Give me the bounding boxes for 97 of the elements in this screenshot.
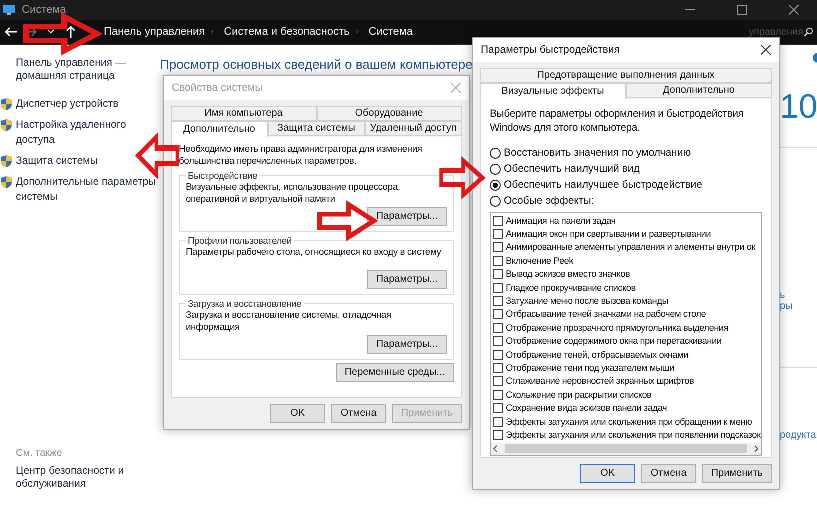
tab[interactable]: Защита системы bbox=[268, 121, 365, 136]
search-icon bbox=[804, 27, 814, 37]
sidebar-link[interactable]: Защита системы bbox=[16, 154, 98, 169]
tab[interactable]: Дополнительно bbox=[171, 121, 268, 137]
group-title: Быстродействие bbox=[187, 170, 259, 181]
checkbox-label: Затухание меню после вызова команды bbox=[506, 296, 669, 306]
settings-button[interactable]: Параметры... bbox=[367, 335, 447, 354]
checkbox[interactable] bbox=[493, 282, 503, 293]
checkbox-label: Сглаживание неровностей экранных шрифтов bbox=[506, 376, 694, 386]
checkbox[interactable] bbox=[493, 416, 503, 427]
tab[interactable]: Предотвращение выполнения данных bbox=[480, 68, 772, 83]
arrow-annotation bbox=[137, 134, 179, 178]
home-link[interactable]: Панель управления — домашняя страница bbox=[0, 57, 160, 83]
sidebar-link[interactable]: Дополнительные параметры системы bbox=[16, 175, 160, 205]
checkbox[interactable] bbox=[493, 403, 503, 414]
checkbox[interactable] bbox=[493, 362, 503, 373]
admin-note: Необходимо иметь права администратора для изменения большинства перечисленных параметров. bbox=[179, 143, 424, 167]
dialog-button[interactable]: OK bbox=[270, 404, 326, 423]
tab[interactable]: Удаленный доступ bbox=[365, 121, 462, 136]
tab[interactable]: Дополнительно bbox=[626, 83, 772, 98]
dialog-button[interactable]: OK bbox=[580, 464, 636, 483]
group-description: Визуальные эффекты, использование процессора, оперативной и виртуальной памяти bbox=[186, 181, 402, 205]
radio-button[interactable] bbox=[490, 148, 501, 158]
shield-icon bbox=[0, 155, 13, 168]
arrow-annotation bbox=[318, 202, 376, 240]
dialog-button[interactable]: Отмена bbox=[641, 464, 696, 483]
shield-icon bbox=[0, 98, 13, 111]
radio-label: Восстановить значения по умолчанию bbox=[504, 146, 692, 161]
checkbox-label: Отображение тени под указателем мыши bbox=[506, 362, 674, 373]
tab[interactable]: Оборудование bbox=[316, 106, 462, 121]
checkbox-label: Анимация окон при свертывании и развертывании bbox=[506, 229, 711, 240]
dialog-title: Параметры быстродействия bbox=[481, 44, 620, 56]
settings-button[interactable]: Параметры... bbox=[367, 270, 447, 289]
checkbox[interactable] bbox=[493, 229, 503, 240]
radio-label: Обеспечить наилучшее быстродействие bbox=[504, 178, 702, 193]
group-title: Загрузка и восстановление bbox=[187, 298, 303, 309]
window-title: Система bbox=[22, 4, 68, 16]
settings-button[interactable]: Параметры... bbox=[367, 207, 447, 226]
link-text[interactable]: ры bbox=[780, 301, 817, 312]
checkbox[interactable] bbox=[493, 296, 503, 306]
checkbox[interactable] bbox=[493, 216, 503, 226]
checkbox[interactable] bbox=[493, 256, 503, 266]
checkbox[interactable] bbox=[493, 309, 503, 320]
back-icon[interactable] bbox=[4, 25, 18, 39]
group-title: Профили пользователей bbox=[187, 235, 293, 246]
checkbox-label: Эффекты затухания или скольжения при обращении к меню bbox=[506, 416, 752, 427]
sidebar-link[interactable]: Настройка удаленного доступа bbox=[16, 118, 160, 148]
see-also-link[interactable]: Центр безопасности и обслуживания bbox=[0, 465, 160, 491]
arrow-annotation bbox=[440, 158, 484, 198]
checkbox[interactable] bbox=[493, 376, 503, 386]
breadcrumb-item[interactable]: Система и безопасность bbox=[224, 26, 350, 38]
computer-icon bbox=[2, 3, 16, 17]
checkbox[interactable] bbox=[493, 350, 503, 360]
close-icon[interactable] bbox=[761, 45, 771, 55]
checkbox[interactable] bbox=[493, 390, 503, 400]
sidebar-link[interactable]: Диспетчер устройств bbox=[16, 97, 119, 112]
checkbox-label: Сохранение вида эскизов панели задач bbox=[506, 403, 668, 414]
checkbox-label: Отображение прозрачного прямоугольника выделения bbox=[506, 322, 729, 333]
checkbox-label: Анимированные элементы управления и элементы внутри ок bbox=[506, 242, 756, 252]
checkbox[interactable] bbox=[493, 336, 503, 346]
tab[interactable]: Имя компьютера bbox=[171, 106, 316, 121]
radio-button[interactable] bbox=[490, 180, 501, 190]
checkbox-label: Анимация на панели задач bbox=[506, 216, 616, 226]
checkbox[interactable] bbox=[493, 242, 503, 252]
see-also-title: См. также bbox=[15, 448, 64, 459]
dialog-title: Свойства системы bbox=[172, 82, 263, 94]
group-description: Загрузка и восстановление системы, отладочная информация bbox=[186, 309, 392, 333]
link-text[interactable]: родукта bbox=[780, 430, 817, 441]
link-text[interactable]: ь bbox=[780, 290, 817, 301]
environment-button[interactable]: Переменные среды... bbox=[336, 363, 454, 382]
checkbox[interactable] bbox=[493, 322, 503, 333]
checkbox[interactable] bbox=[493, 430, 503, 440]
tab[interactable]: Визуальные эффекты bbox=[480, 83, 626, 99]
horizontal-scrollbar[interactable] bbox=[491, 442, 761, 455]
checkbox-label: Скольжение при раскрытии списков bbox=[506, 390, 652, 400]
checkbox-label: Включение Peek bbox=[506, 256, 574, 266]
radio-label: Обеспечить наилучший вид bbox=[504, 162, 640, 177]
checkbox-label: Отбрасывание теней значками на рабочем столе bbox=[506, 309, 706, 320]
group-description: Параметры рабочего стола, относящиеся ко входу в систему bbox=[186, 246, 442, 258]
shield-icon bbox=[0, 119, 13, 132]
checkbox-label: Отображение содержимого окна при перетаскивании bbox=[506, 336, 722, 346]
intro-text: Выберите параметры оформления и быстродействия Windows для этого компьютера. bbox=[490, 107, 745, 135]
up-icon[interactable] bbox=[64, 25, 78, 39]
breadcrumb-item[interactable]: Панель управления bbox=[104, 26, 206, 38]
checkbox-label: Гладкое прокручивание списков bbox=[506, 282, 636, 293]
checkbox-label: Эффекты затухания или скольжения при появлении подсказок bbox=[506, 430, 761, 440]
shield-icon bbox=[0, 176, 13, 189]
dialog-button[interactable]: Применить bbox=[702, 464, 772, 483]
page-heading: Просмотр основных сведений о вашем компьютере bbox=[160, 57, 473, 72]
checkbox-label: Вывод эскизов вместо значков bbox=[506, 269, 630, 280]
checkbox-label: Отображение теней, отбрасываемых окнами bbox=[506, 350, 688, 360]
breadcrumb-item[interactable]: Система bbox=[368, 26, 414, 38]
radio-label: Особые эффекты: bbox=[504, 194, 594, 209]
dialog-button[interactable]: Отмена bbox=[331, 404, 386, 423]
checkbox[interactable] bbox=[493, 269, 503, 280]
radio-button[interactable] bbox=[490, 196, 501, 206]
radio-button[interactable] bbox=[490, 164, 501, 174]
